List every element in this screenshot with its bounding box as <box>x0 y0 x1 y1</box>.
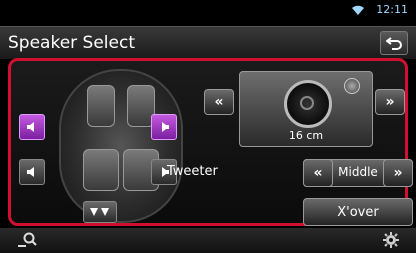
gear-icon <box>383 232 399 248</box>
speaker-front-right-button[interactable] <box>151 114 177 140</box>
tweeter-prev-button[interactable]: « <box>303 159 333 187</box>
header-bar: Speaker Select <box>0 26 416 59</box>
tweeter-label: Tweeter <box>167 164 218 179</box>
speaker-icon <box>27 167 34 177</box>
speaker-icon <box>162 122 169 132</box>
speaker-center-icon <box>300 96 314 110</box>
tweeter-selector: « Middle » <box>303 159 413 187</box>
car-layout <box>59 69 183 223</box>
xover-button[interactable]: X'over <box>303 198 413 226</box>
tweeter-dot-icon <box>344 78 360 94</box>
footer-bar <box>0 228 416 253</box>
speaker-cone-icon <box>284 80 332 128</box>
status-bar: 12:11 <box>0 0 416 26</box>
seat-rear-left <box>83 149 119 191</box>
speaker-front-left-button[interactable] <box>19 114 45 140</box>
back-button[interactable] <box>380 31 408 55</box>
speaker-rear-left-button[interactable] <box>19 159 45 185</box>
page-title: Speaker Select <box>8 33 135 53</box>
tweeter-next-button[interactable]: » <box>383 159 413 187</box>
back-icon <box>386 37 402 50</box>
tweeter-value: Middle <box>338 165 378 179</box>
speaker-size-label: 16 cm <box>288 129 324 142</box>
search-button[interactable] <box>14 230 40 250</box>
subwoofer-button[interactable] <box>83 201 117 223</box>
search-icon <box>18 232 37 247</box>
settings-button[interactable] <box>378 230 404 250</box>
speaker-icon <box>90 208 109 216</box>
wifi-icon <box>352 5 364 15</box>
size-prev-button[interactable]: « <box>204 89 234 115</box>
speaker-select-panel: « 16 cm » Tweeter « Middle » X'over <box>8 58 413 226</box>
status-time: 12:11 <box>376 3 408 16</box>
speaker-icon <box>27 122 34 132</box>
seat-front-left <box>87 85 115 127</box>
size-next-button[interactable]: » <box>375 89 405 115</box>
speaker-size-display: 16 cm <box>239 71 373 147</box>
